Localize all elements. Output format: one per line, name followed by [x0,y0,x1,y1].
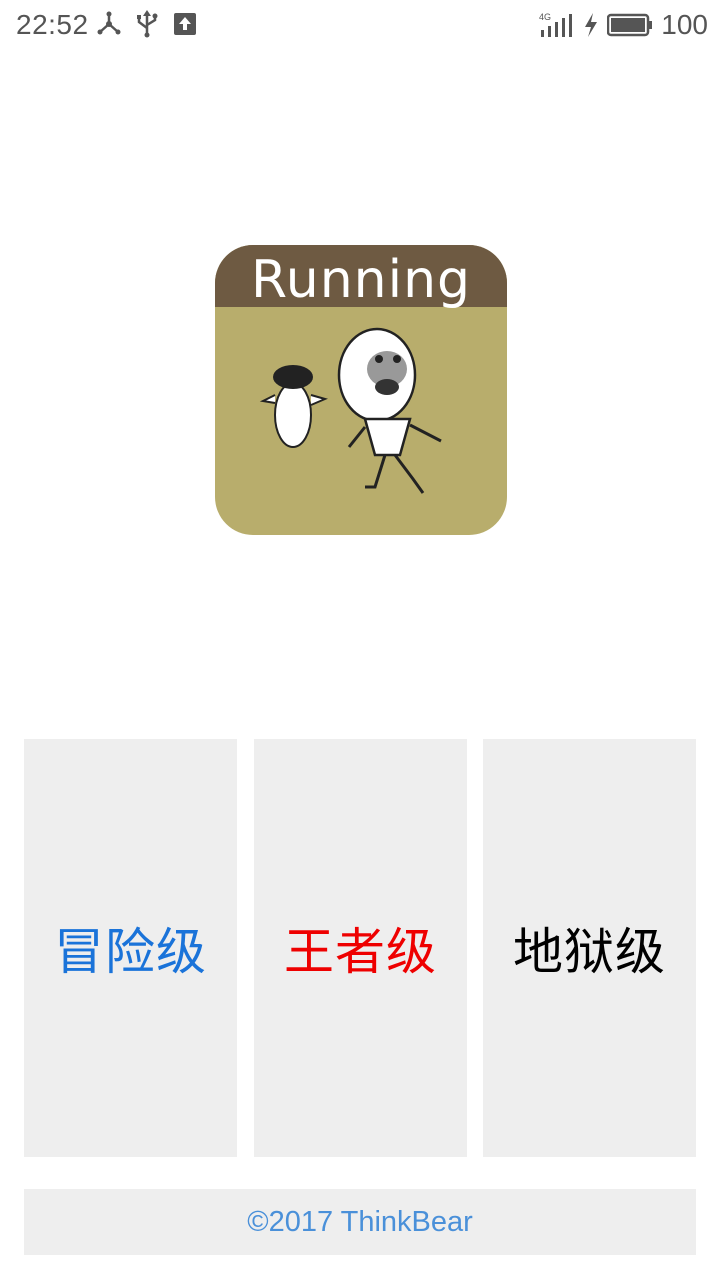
copyright-text: ©2017 ThinkBear [247,1205,473,1238]
logo-title: Running [250,250,472,310]
king-level-button[interactable]: 王者级 [254,739,467,1157]
svg-text:4G: 4G [539,12,551,22]
battery-level: 100 [661,9,708,40]
network-share-icon [97,11,121,35]
adventure-level-button[interactable]: 冒险级 [24,739,237,1157]
logo-characters-illustration [259,327,442,494]
big-head-character-icon [337,327,442,494]
status-icons-left [96,10,198,38]
status-time: 22:52 [16,9,89,40]
king-level-label: 王者级 [284,923,437,981]
upload-icon [174,13,196,35]
charging-bolt-icon [585,13,598,37]
small-character-icon [259,365,328,448]
usb-icon [137,10,158,38]
app-logo: Running [215,245,507,535]
status-icons-right: 4G 100 [539,8,708,42]
battery-icon [607,13,653,37]
signal-4g-icon: 4G [539,12,573,37]
copyright-footer: ©2017 ThinkBear [24,1189,696,1255]
hell-level-label: 地狱级 [513,923,666,981]
level-selector: 冒险级 王者级 地狱级 [24,739,696,1157]
adventure-level-label: 冒险级 [54,923,207,981]
status-bar: 22:52 4G 100 [0,0,720,50]
hell-level-button[interactable]: 地狱级 [483,739,696,1157]
